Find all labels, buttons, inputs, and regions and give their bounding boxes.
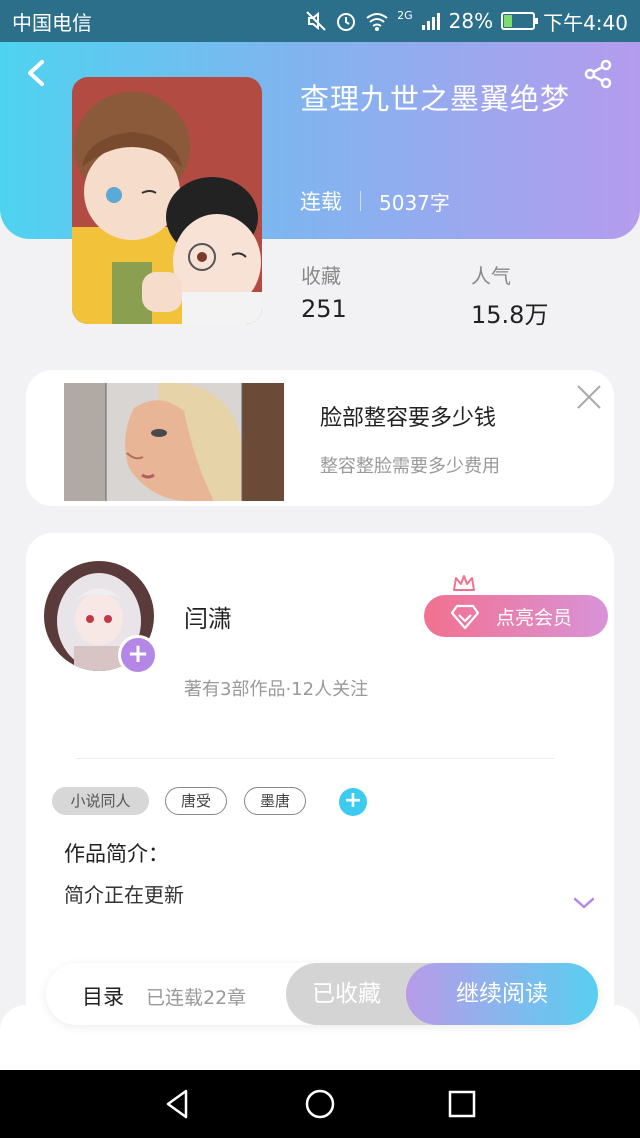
- add-tag-button[interactable]: +: [339, 788, 367, 816]
- battery-icon: [501, 12, 539, 30]
- vip-label: 点亮会员: [496, 606, 573, 629]
- mute-icon: [306, 11, 326, 31]
- clock: 下午4:40: [543, 10, 628, 35]
- book-title: 查理九世之墨翼绝梦: [300, 82, 571, 116]
- popularity-label: 人气: [471, 264, 511, 288]
- action-bar: 目录 已连载22章 已收藏 继续阅读: [46, 963, 598, 1025]
- author-stats: 著有3部作品·12人关注: [184, 679, 369, 700]
- intro-title: 作品简介：: [64, 842, 169, 866]
- popularity-value: 15.8万: [471, 301, 549, 329]
- share-icon[interactable]: [582, 58, 614, 90]
- crown-icon: [453, 575, 475, 591]
- follow-author-button[interactable]: +: [118, 635, 158, 675]
- carrier-label: 中国电信: [12, 10, 92, 35]
- ad-title: 脸部整容要多少钱: [320, 406, 497, 431]
- close-icon[interactable]: [576, 384, 602, 410]
- nav-recent-icon[interactable]: [444, 1086, 480, 1122]
- ad-image: [64, 383, 284, 501]
- nav-home-icon[interactable]: [302, 1086, 338, 1122]
- back-button[interactable]: [22, 56, 52, 90]
- book-meta: 连载 5037字: [300, 186, 450, 216]
- battery-percent: 28%: [448, 9, 494, 33]
- add-icon: +: [127, 639, 149, 669]
- favorites-value: 251: [301, 295, 347, 323]
- status-icons: 2G 28% 下午4:40: [305, 7, 628, 36]
- tag[interactable]: 墨唐: [244, 787, 306, 815]
- book-cover[interactable]: [72, 77, 262, 324]
- back-icon: [28, 60, 44, 86]
- diamond-icon: [450, 604, 480, 630]
- tag[interactable]: 小说同人: [52, 787, 149, 815]
- alarm-icon: [337, 13, 356, 31]
- ad-subtitle: 整容整脸需要多少费用: [320, 456, 500, 477]
- signal-icon: [421, 13, 440, 30]
- chevron-down-icon[interactable]: [572, 895, 596, 911]
- divider: [76, 758, 554, 759]
- meta-divider: [360, 191, 361, 211]
- serial-status: 连载: [300, 190, 342, 214]
- favorites-label: 收藏: [301, 264, 341, 288]
- network-label: 2G: [397, 8, 413, 22]
- toc-button[interactable]: 目录: [82, 981, 124, 1011]
- add-icon: +: [343, 788, 363, 813]
- author-name[interactable]: 闫潇: [184, 599, 232, 634]
- status-bar: 中国电信 2G 28% 下午4:40: [0, 0, 640, 42]
- system-nav-bar: [0, 1070, 640, 1138]
- word-count: 5037字: [379, 190, 450, 215]
- ad-card[interactable]: 脸部整容要多少钱 整容整脸需要多少费用: [26, 370, 614, 506]
- nav-back-icon[interactable]: [160, 1086, 196, 1122]
- chapter-count: 已连载22章: [146, 987, 247, 1009]
- wifi-icon: [366, 13, 388, 31]
- intro-text: 简介正在更新: [64, 883, 184, 907]
- tag[interactable]: 唐受: [165, 787, 227, 815]
- continue-reading-button[interactable]: 继续阅读: [406, 963, 598, 1025]
